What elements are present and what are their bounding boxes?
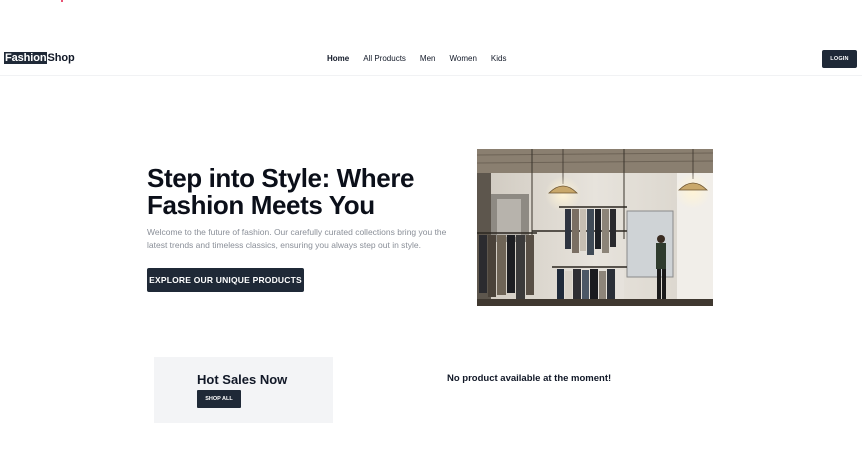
nav-women[interactable]: Women (449, 54, 476, 64)
shop-all-button[interactable]: SHOP ALL (197, 390, 241, 408)
empty-products-message: No product available at the moment! (447, 373, 612, 384)
main-nav: Home All Products Men Women Kids (327, 54, 506, 64)
decorative-dot (61, 0, 63, 2)
login-button[interactable]: LOGIN (822, 50, 857, 68)
nav-all-products[interactable]: All Products (363, 54, 406, 64)
logo-highlight: Fashion (4, 52, 48, 64)
nav-men[interactable]: Men (420, 54, 436, 64)
explore-products-button[interactable]: EXPLORE OUR UNIQUE PRODUCTS (147, 268, 304, 292)
nav-kids[interactable]: Kids (491, 54, 507, 64)
hero-description: Welcome to the future of fashion. Our ca… (147, 227, 447, 250)
hero-title: Step into Style: Where Fashion Meets You (147, 163, 415, 220)
site-logo[interactable]: FashionShop (4, 52, 75, 65)
hot-sales-card: Hot Sales Now SHOP ALL (154, 357, 333, 423)
logo-rest: Shop (47, 52, 75, 64)
hero-store-image (477, 149, 713, 306)
hot-sales-title: Hot Sales Now (197, 372, 288, 387)
site-header: FashionShop Home All Products Men Women … (0, 44, 862, 76)
nav-home[interactable]: Home (327, 54, 349, 64)
